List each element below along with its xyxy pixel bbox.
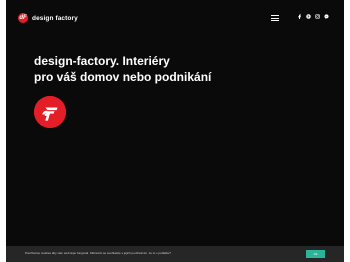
cookie-consent-text: Používáme cookies aby vám web lépe fungo… — [25, 251, 171, 255]
cookie-consent-bar: Používáme cookies aby vám web lépe fungo… — [6, 246, 344, 262]
social-links — [297, 14, 329, 19]
cookie-accept-button[interactable]: Ok — [306, 250, 325, 258]
brand-logo-icon: dF — [18, 13, 28, 23]
hero-title: design-factory. Interiéry pro váš domov … — [34, 53, 254, 85]
design-factory-logo-icon — [34, 96, 66, 128]
hamburger-icon-line — [271, 20, 279, 21]
facebook-icon[interactable] — [297, 14, 302, 19]
hero-title-line-2: pro váš domov nebo podnikání — [34, 70, 212, 84]
hamburger-menu-button[interactable] — [271, 15, 279, 21]
hamburger-icon-line — [271, 17, 279, 19]
hero-title-line-1: design-factory. Interiéry — [34, 54, 170, 68]
instagram-icon[interactable] — [315, 14, 320, 19]
page: dF design factory design-factory. Interi… — [6, 0, 344, 262]
brand-logo-link[interactable]: dF design factory — [18, 12, 78, 24]
hamburger-icon-line — [271, 15, 279, 16]
messenger-icon[interactable] — [324, 14, 329, 19]
brand-name: design factory — [32, 14, 78, 22]
pinterest-icon[interactable] — [306, 14, 311, 19]
